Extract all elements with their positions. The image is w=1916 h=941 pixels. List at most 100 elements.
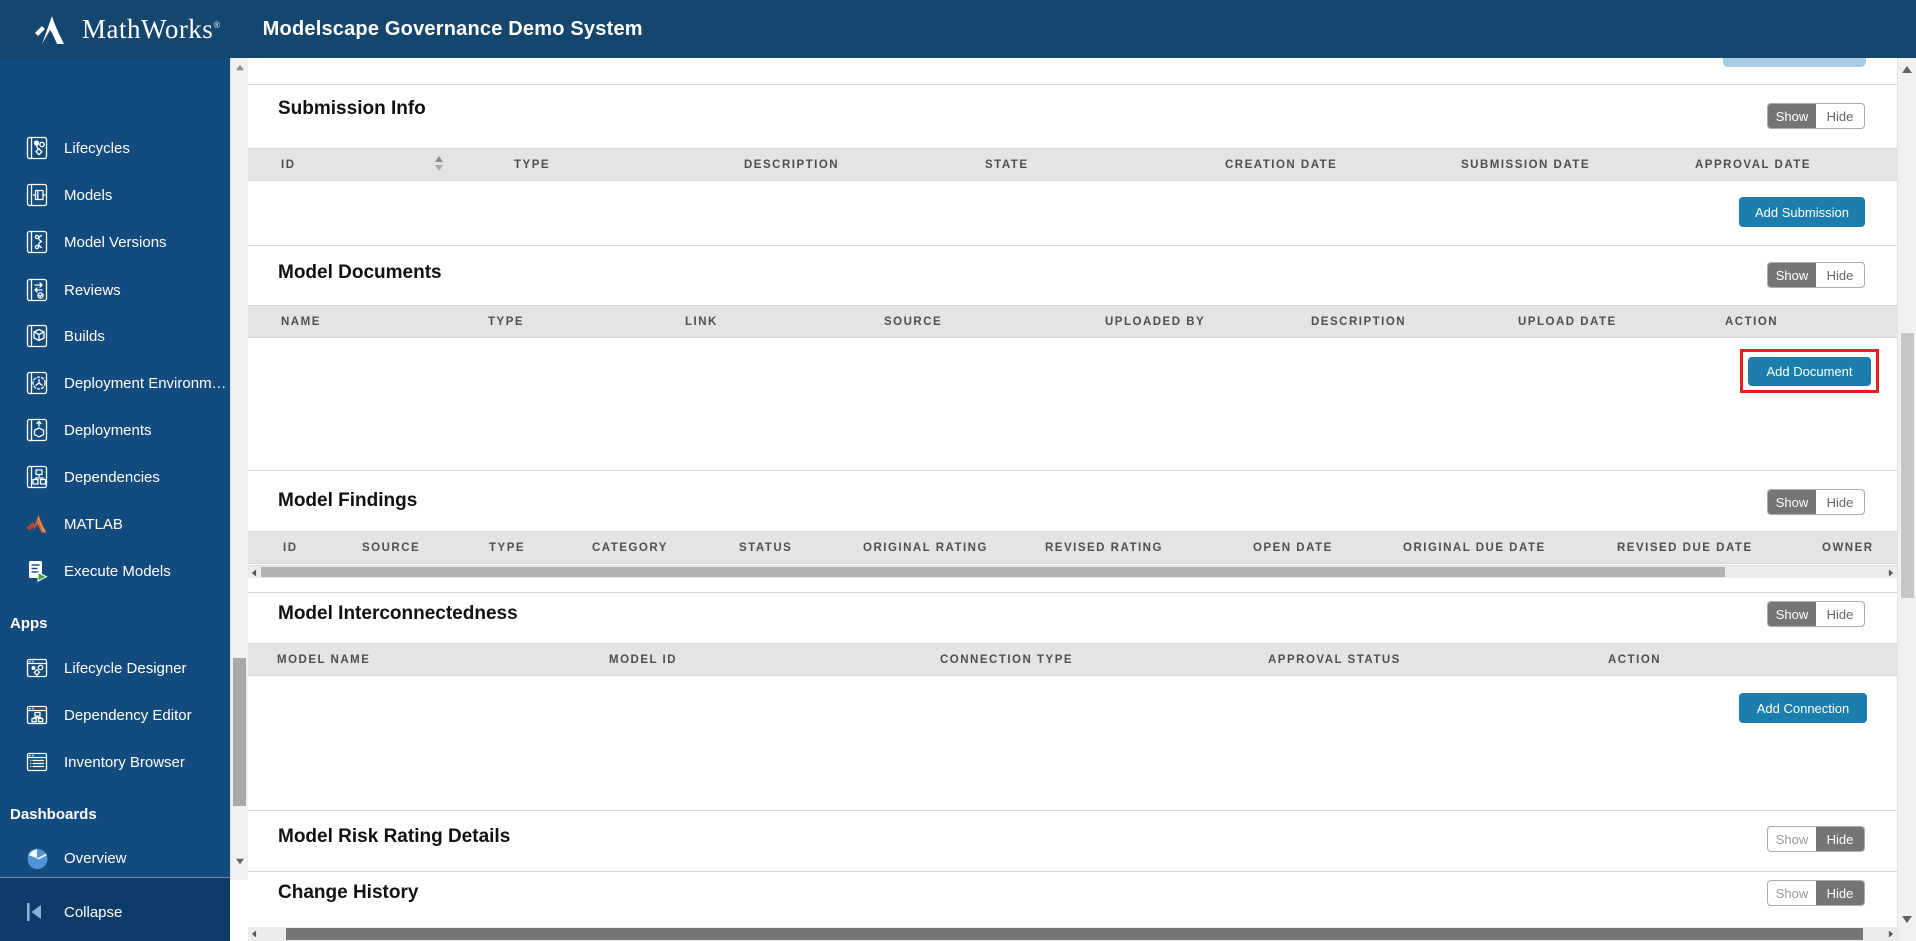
hide-button[interactable]: Hide <box>1816 602 1864 626</box>
section-title-model-interconnectedness: Model Interconnectedness <box>278 603 518 625</box>
partially-scrolled-button[interactable] <box>1723 58 1866 67</box>
sidebar-item-label: Dependency Editor <box>64 707 192 724</box>
lifecycle-designer-icon <box>24 655 50 681</box>
sidebar-collapse-button[interactable]: Collapse <box>0 895 230 929</box>
sidebar-item-label: Reviews <box>64 282 121 299</box>
sidebar-item-label: Lifecycles <box>64 140 130 157</box>
sidebar-item-models[interactable]: Models <box>0 178 230 212</box>
sidebar-item-dependencies[interactable]: Dependencies <box>0 460 230 494</box>
overview-pie-icon <box>24 845 50 871</box>
sidebar-item-model-versions[interactable]: Model Versions <box>0 225 230 259</box>
column-header-description: DESCRIPTION <box>1311 306 1406 339</box>
column-header-model-id: MODEL ID <box>609 644 677 677</box>
scroll-down-icon[interactable] <box>1902 916 1912 923</box>
horizontal-scrollbar-thumb[interactable] <box>261 567 1725 577</box>
sidebar-item-label: Model Versions <box>64 234 167 251</box>
column-header-original-due-date: ORIGINAL DUE DATE <box>1403 532 1546 565</box>
collapse-icon <box>24 899 50 925</box>
sidebar-item-label: Builds <box>64 328 105 345</box>
page-title: Modelscape Governance Demo System <box>263 18 643 41</box>
column-header-type: TYPE <box>489 532 525 565</box>
scroll-right-icon[interactable] <box>1889 931 1893 938</box>
hide-button[interactable]: Hide <box>1816 827 1864 851</box>
section-divider <box>248 84 1897 85</box>
sidebar-item-matlab[interactable]: MATLAB <box>0 507 230 541</box>
sidebar-item-lifecycle-designer[interactable]: Lifecycle Designer <box>0 651 230 685</box>
hide-button[interactable]: Hide <box>1816 881 1864 905</box>
sidebar-item-reviews[interactable]: Reviews <box>0 273 230 307</box>
sidebar-item-lifecycles[interactable]: Lifecycles <box>0 131 230 165</box>
show-button[interactable]: Show <box>1768 827 1816 851</box>
model-findings-table-header: ID SOURCE TYPE CATEGORY STATUS ORIGINAL … <box>248 531 1897 564</box>
vertical-scrollbar-thumb[interactable] <box>1901 333 1914 598</box>
column-header-id[interactable]: ID <box>281 149 296 182</box>
main-vertical-scrollbar[interactable] <box>1897 58 1916 941</box>
show-button[interactable]: Show <box>1768 490 1816 514</box>
scroll-right-icon[interactable] <box>1889 570 1893 577</box>
sidebar-item-label: Deployment Environm… <box>64 375 227 392</box>
section-divider <box>248 470 1897 471</box>
sidebar-item-execute-models[interactable]: Execute Models <box>0 554 230 588</box>
deployment-environments-icon <box>24 370 50 396</box>
column-header-category: CATEGORY <box>592 532 668 565</box>
sidebar-item-builds[interactable]: Builds <box>0 319 230 353</box>
main-horizontal-scrollbar[interactable] <box>248 927 1897 941</box>
scroll-left-icon[interactable] <box>252 570 256 577</box>
section-divider <box>248 810 1897 811</box>
add-document-button[interactable]: Add Document <box>1748 357 1871 386</box>
sidebar-item-label: Execute Models <box>64 563 171 580</box>
app-header: MathWorks® Modelscape Governance Demo Sy… <box>0 0 1916 58</box>
sidebar-item-label: Inventory Browser <box>64 754 185 771</box>
hide-button[interactable]: Hide <box>1816 490 1864 514</box>
sort-icon[interactable] <box>434 156 444 171</box>
sidebar-item-label: Collapse <box>64 904 122 921</box>
builds-icon <box>24 323 50 349</box>
sidebar-item-dependency-editor[interactable]: Dependency Editor <box>0 698 230 732</box>
hide-button[interactable]: Hide <box>1816 104 1864 128</box>
execute-models-icon <box>24 558 50 584</box>
add-submission-button[interactable]: Add Submission <box>1739 197 1865 227</box>
sidebar-item-overview-dashboard[interactable]: Overview <box>0 841 230 875</box>
model-findings-horizontal-scrollbar[interactable] <box>248 565 1897 578</box>
add-connection-button[interactable]: Add Connection <box>1739 693 1867 723</box>
mathworks-logo: MathWorks® <box>34 12 221 46</box>
column-header-revised-due-date: REVISED DUE DATE <box>1617 532 1753 565</box>
sidebar-item-label: Lifecycle Designer <box>64 660 187 677</box>
show-button[interactable]: Show <box>1768 263 1816 287</box>
scroll-left-icon[interactable] <box>252 931 256 938</box>
column-header-model-name: MODEL NAME <box>277 644 370 677</box>
sidebar-scrollbar-thumb[interactable] <box>233 658 246 806</box>
highlight-annotation: Add Document <box>1740 349 1879 393</box>
show-button[interactable]: Show <box>1768 104 1816 128</box>
scroll-up-icon[interactable] <box>1902 66 1912 73</box>
section-divider <box>248 871 1897 872</box>
matlab-icon <box>24 511 50 537</box>
section-title-change-history: Change History <box>278 882 418 904</box>
column-header-submission-date: SUBMISSION DATE <box>1461 149 1590 182</box>
show-button[interactable]: Show <box>1768 602 1816 626</box>
sidebar-scroll-down-icon[interactable] <box>236 859 244 865</box>
show-button[interactable]: Show <box>1768 881 1816 905</box>
section-title-model-documents: Model Documents <box>278 262 442 284</box>
column-header-action: ACTION <box>1608 644 1661 677</box>
column-header-id: ID <box>283 532 298 565</box>
hide-button[interactable]: Hide <box>1816 263 1864 287</box>
sidebar-item-deployment-environments[interactable]: Deployment Environm… <box>0 366 230 400</box>
sidebar-item-deployments[interactable]: Deployments <box>0 413 230 447</box>
dependency-editor-icon <box>24 702 50 728</box>
column-header-upload-date: UPLOAD DATE <box>1518 306 1617 339</box>
sidebar-scroll-up-icon[interactable] <box>236 65 244 71</box>
sidebar-scrollbar[interactable] <box>230 58 248 880</box>
sidebar-item-label: Dependencies <box>64 469 160 486</box>
column-header-uploaded-by: UPLOADED BY <box>1105 306 1205 339</box>
sidebar-item-label: Models <box>64 187 112 204</box>
app-window: MathWorks® Modelscape Governance Demo Sy… <box>0 0 1916 941</box>
section-title-model-risk-rating-details: Model Risk Rating Details <box>278 826 510 848</box>
horizontal-scrollbar-thumb[interactable] <box>286 928 1863 940</box>
sidebar-item-label: Overview <box>64 850 127 867</box>
column-header-type: TYPE <box>488 306 524 339</box>
brand-wordmark: MathWorks® <box>82 14 221 45</box>
model-risk-rating-show-hide-toggle: Show Hide <box>1767 826 1865 852</box>
column-header-state: STATE <box>985 149 1029 182</box>
sidebar-item-inventory-browser[interactable]: Inventory Browser <box>0 745 230 779</box>
